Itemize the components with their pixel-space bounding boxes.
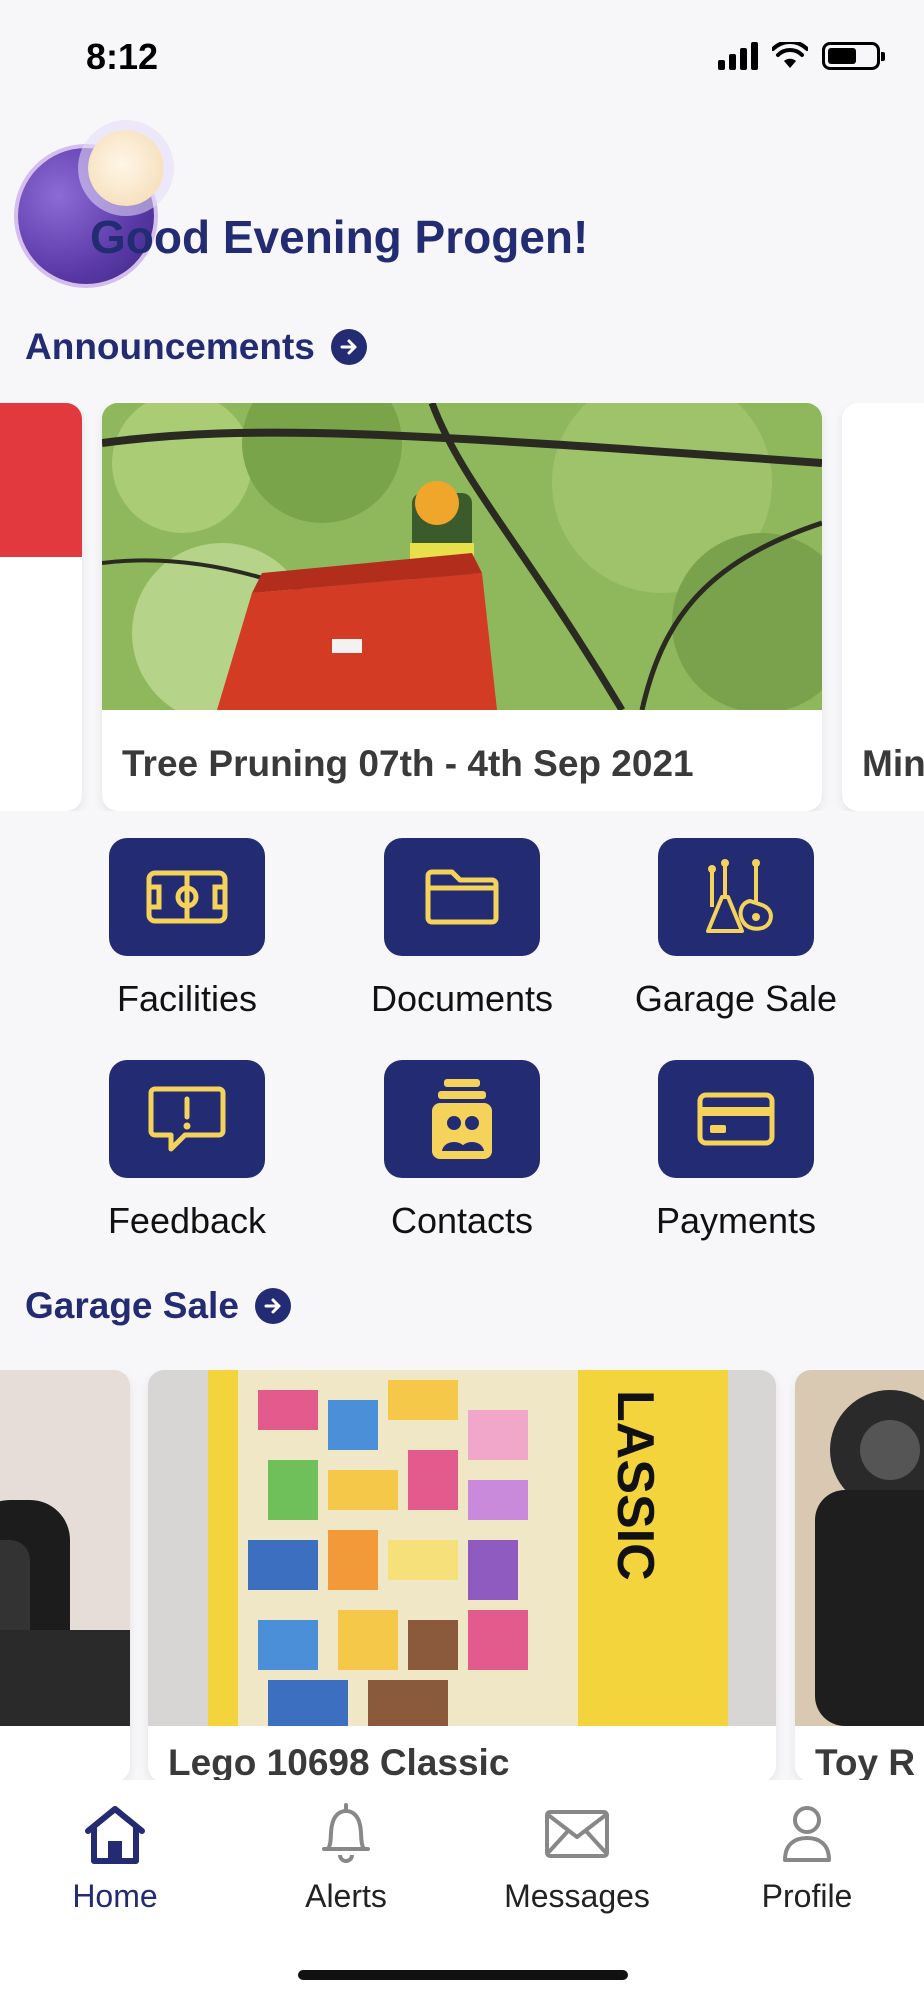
status-time: 8:12 bbox=[86, 36, 159, 77]
quick-action-contacts[interactable]: Contacts bbox=[342, 1060, 582, 1242]
feedback-button[interactable] bbox=[109, 1060, 265, 1178]
svg-text:LASSIC: LASSIC bbox=[606, 1390, 664, 1581]
contacts-button[interactable] bbox=[384, 1060, 540, 1178]
announcement-caption-next: Min bbox=[862, 743, 924, 784]
folder-icon bbox=[425, 869, 499, 925]
announcement-card-prev[interactable] bbox=[0, 403, 82, 811]
contacts-card-icon bbox=[432, 1079, 492, 1159]
garage-item-caption-next: Toy R bbox=[815, 1742, 916, 1782]
facilities-button[interactable] bbox=[109, 838, 265, 956]
tab-messages[interactable]: Messages bbox=[477, 1802, 677, 1915]
quick-action-facilities[interactable]: Facilities bbox=[67, 838, 307, 1020]
documents-label: Documents bbox=[370, 978, 554, 1019]
home-indicator[interactable] bbox=[298, 1970, 628, 1980]
announcement-caption: Tree Pruning 07th - 4th Sep 2021 bbox=[122, 743, 694, 784]
bell-icon bbox=[322, 1803, 370, 1863]
lego-photo: LASSIC bbox=[148, 1370, 776, 1726]
facilities-label: Facilities bbox=[116, 978, 258, 1019]
garage-item-card-next[interactable]: Toy R bbox=[795, 1370, 924, 1782]
quick-action-payments[interactable]: Payments bbox=[616, 1060, 856, 1242]
tab-messages-label: Messages bbox=[504, 1878, 650, 1914]
tab-alerts[interactable]: Alerts bbox=[246, 1802, 446, 1915]
announcements-header[interactable]: Announcements bbox=[25, 326, 367, 368]
greeting-header: Good Evening Progen! bbox=[18, 130, 918, 290]
envelope-icon bbox=[545, 1810, 609, 1858]
announcements-title: Announcements bbox=[25, 326, 315, 367]
speaker-photo bbox=[0, 1370, 130, 1726]
garage-item-card[interactable]: LASSIC Lego 10698 Classic bbox=[148, 1370, 776, 1782]
garage-item-caption: Lego 10698 Classic bbox=[168, 1742, 510, 1782]
status-icons bbox=[718, 42, 885, 70]
feedback-label: Feedback bbox=[107, 1200, 267, 1241]
credit-card-icon bbox=[697, 1092, 775, 1146]
person-icon bbox=[783, 1806, 831, 1862]
announcement-card-next[interactable]: Min bbox=[842, 403, 924, 811]
wifi-icon bbox=[772, 42, 808, 68]
quick-action-garage-sale[interactable]: Garage Sale bbox=[616, 838, 856, 1020]
quick-action-documents[interactable]: Documents bbox=[342, 838, 582, 1020]
quick-action-feedback[interactable]: Feedback bbox=[67, 1060, 307, 1242]
bottom-tab-bar: Home Alerts Messages Profile bbox=[0, 1780, 924, 2000]
documents-button[interactable] bbox=[384, 838, 540, 956]
announcement-card[interactable]: Tree Pruning 07th - 4th Sep 2021 bbox=[102, 403, 822, 811]
garage-sale-button[interactable] bbox=[658, 838, 814, 956]
announcements-carousel[interactable]: Tree Pruning 07th - 4th Sep 2021 Min bbox=[0, 403, 924, 811]
tab-profile[interactable]: Profile bbox=[707, 1802, 907, 1915]
garage-sale-title: Garage Sale bbox=[25, 1285, 239, 1326]
tree-pruning-photo bbox=[102, 403, 822, 710]
tab-alerts-label: Alerts bbox=[305, 1878, 387, 1914]
soccer-field-icon bbox=[146, 870, 228, 924]
garage-sale-carousel[interactable]: LASSIC Lego 10698 Classic Toy R bbox=[0, 1370, 924, 1782]
home-icon bbox=[85, 1806, 145, 1864]
feedback-bubble-icon bbox=[148, 1086, 226, 1152]
tab-home-label: Home bbox=[72, 1878, 158, 1914]
garage-item-card-prev[interactable] bbox=[0, 1370, 130, 1782]
garage-sale-label: Garage Sale bbox=[634, 978, 838, 1019]
greeting-text: Good Evening Progen! bbox=[90, 211, 589, 263]
status-bar: 8:12 bbox=[0, 0, 924, 110]
tab-profile-label: Profile bbox=[761, 1878, 853, 1914]
guitars-icon bbox=[706, 859, 773, 933]
tab-home[interactable]: Home bbox=[15, 1802, 215, 1915]
garage-sale-header[interactable]: Garage Sale bbox=[25, 1285, 291, 1327]
payments-label: Payments bbox=[655, 1200, 817, 1241]
signal-icon bbox=[718, 42, 758, 70]
contacts-label: Contacts bbox=[390, 1200, 534, 1241]
arrow-right-icon[interactable] bbox=[330, 329, 367, 365]
toy-photo bbox=[795, 1370, 924, 1726]
payments-button[interactable] bbox=[658, 1060, 814, 1178]
arrow-right-icon[interactable] bbox=[254, 1288, 291, 1324]
moon-icon bbox=[88, 130, 164, 206]
battery-icon bbox=[822, 42, 885, 70]
